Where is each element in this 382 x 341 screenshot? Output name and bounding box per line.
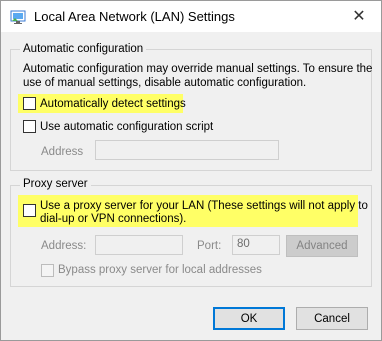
window-title: Local Area Network (LAN) Settings <box>34 9 235 24</box>
cancel-button[interactable]: Cancel <box>296 307 368 330</box>
auto-detect-checkbox[interactable] <box>23 97 36 110</box>
lan-settings-dialog: Local Area Network (LAN) Settings ✕ Auto… <box>0 0 382 341</box>
title-bar: Local Area Network (LAN) Settings ✕ <box>1 1 381 32</box>
auto-detect-label[interactable]: Automatically detect settings <box>40 97 186 111</box>
proxy-address-label: Address: <box>41 240 87 252</box>
auto-config-script-label[interactable]: Use automatic configuration script <box>40 120 213 134</box>
use-proxy-label-line2[interactable]: dial-up or VPN connections). <box>40 212 186 226</box>
auto-config-script-checkbox[interactable] <box>23 120 36 133</box>
script-address-label: Address <box>41 146 84 158</box>
proxy-address-input[interactable] <box>95 235 183 255</box>
proxy-port-input[interactable]: 80 <box>232 235 280 255</box>
network-settings-icon <box>10 9 26 25</box>
advanced-button[interactable]: Advanced <box>286 235 358 257</box>
use-proxy-label-line1[interactable]: Use a proxy server for your LAN (These s… <box>40 199 368 213</box>
automatic-configuration-legend: Automatic configuration <box>20 43 147 55</box>
auto-config-description-line2: use of manual settings, disable automati… <box>23 77 307 89</box>
proxy-port-label: Port: <box>197 240 222 252</box>
bypass-local-label[interactable]: Bypass proxy server for local addresses <box>58 263 262 277</box>
auto-config-description-line1: Automatic configuration may override man… <box>23 63 373 75</box>
script-address-input[interactable] <box>95 140 279 160</box>
use-proxy-checkbox[interactable] <box>23 204 36 217</box>
proxy-server-legend: Proxy server <box>20 178 91 190</box>
ok-button[interactable]: OK <box>213 307 285 330</box>
close-icon[interactable]: ✕ <box>337 1 381 31</box>
bypass-local-checkbox[interactable] <box>41 264 54 277</box>
